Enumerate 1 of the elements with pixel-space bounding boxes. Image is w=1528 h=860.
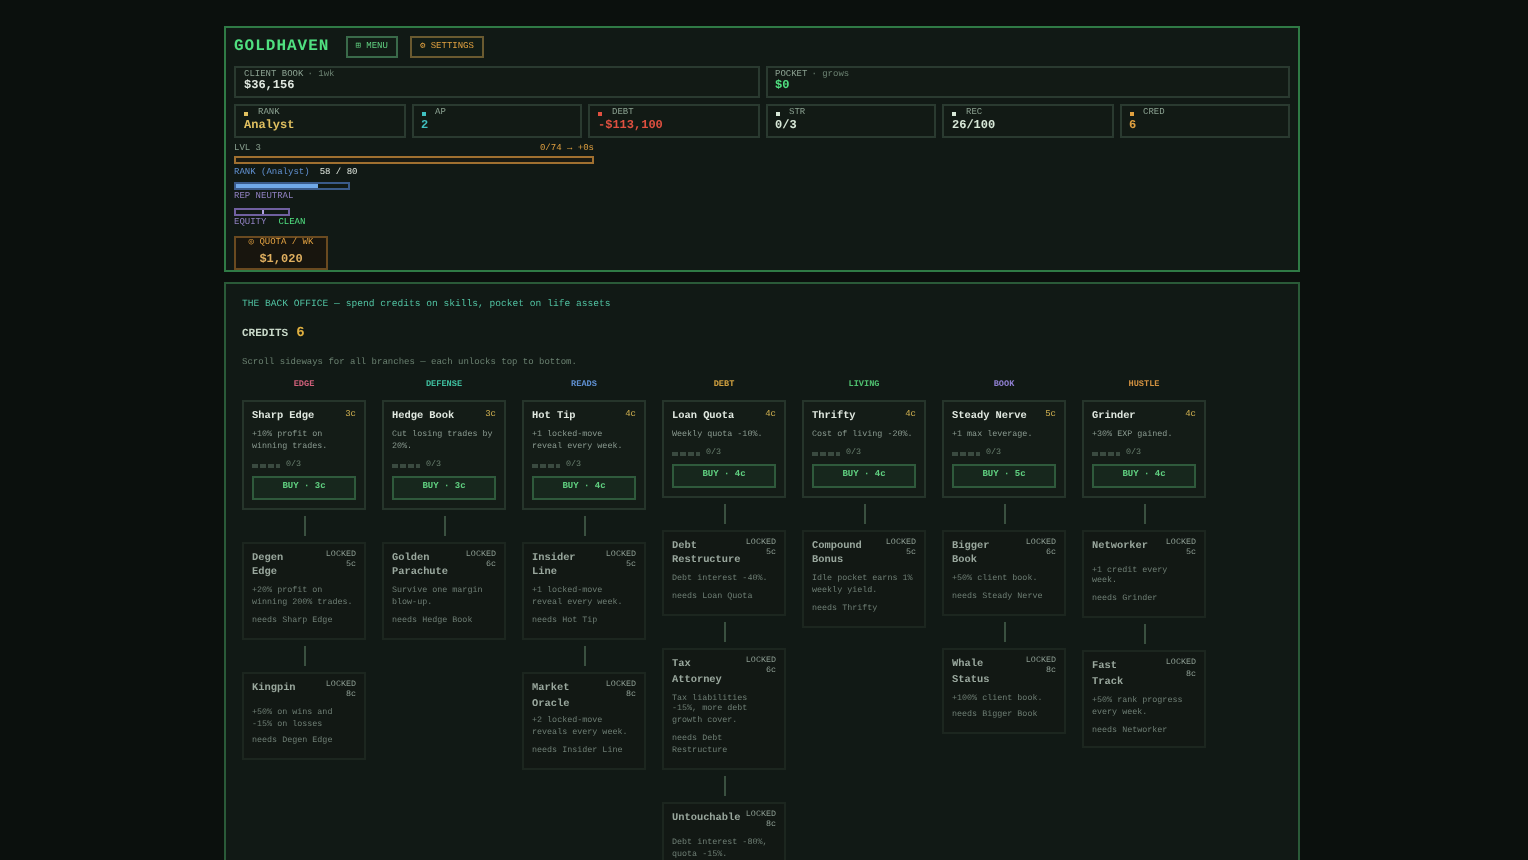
app-logo: GOLDHAVEN — [234, 37, 330, 55]
